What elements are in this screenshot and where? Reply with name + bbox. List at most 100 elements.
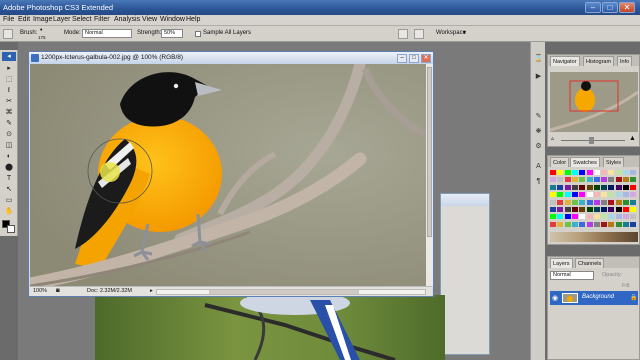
color-swatch[interactable] (579, 214, 586, 220)
status-menu-icon[interactable]: ◙ (56, 288, 60, 294)
tab-styles[interactable]: Styles (603, 157, 624, 167)
tool-preset-picker[interactable] (3, 29, 13, 39)
horizontal-scroll-thumb[interactable] (209, 290, 359, 294)
status-arrow-icon[interactable]: ▸ (150, 288, 153, 294)
color-swatch[interactable] (601, 184, 608, 190)
zoom-out-icon[interactable]: ▵ (551, 135, 554, 142)
toolbox-header[interactable]: ◂ (2, 52, 16, 61)
color-swatch[interactable] (608, 192, 615, 198)
color-swatch[interactable] (630, 177, 637, 183)
color-swatch[interactable] (550, 184, 556, 190)
maximize-button[interactable]: □ (602, 2, 618, 13)
color-swatch[interactable] (608, 221, 615, 227)
color-swatch[interactable] (608, 170, 615, 175)
layer-row-background[interactable]: ◉ Background 🔒 (550, 291, 638, 305)
color-swatch[interactable] (615, 214, 622, 220)
hand-tool-icon[interactable]: ✋ (4, 207, 14, 216)
menu-select[interactable]: Select (72, 16, 91, 23)
color-swatch[interactable] (630, 221, 637, 227)
color-swatch[interactable] (608, 207, 615, 212)
tab-layers[interactable]: Layers (550, 258, 573, 268)
color-swatch[interactable] (623, 221, 629, 227)
tab-channels[interactable]: Channels (575, 258, 605, 268)
color-swatch[interactable] (623, 170, 629, 175)
swatch-grid[interactable] (550, 170, 638, 230)
type-tool-icon[interactable]: T (4, 174, 14, 183)
color-swatch[interactable] (630, 192, 637, 198)
vertical-scrollbar[interactable] (426, 64, 433, 286)
blur-tool-icon[interactable]: ⬤ (4, 163, 14, 172)
chevron-down-icon[interactable]: ▾ (463, 29, 466, 36)
color-swatch[interactable] (564, 199, 571, 205)
tab-info[interactable]: Info (617, 56, 633, 66)
color-swatch[interactable] (557, 199, 564, 205)
background-color-swatch[interactable] (7, 225, 15, 233)
color-swatch[interactable] (557, 170, 564, 175)
tab-histogram[interactable]: Histogram (583, 56, 615, 66)
color-swatch[interactable] (623, 207, 629, 212)
color-swatch[interactable] (615, 177, 622, 183)
menu-image[interactable]: Image (33, 16, 52, 23)
paragraph-panel-icon[interactable]: ¶ (534, 177, 543, 186)
color-swatch[interactable] (630, 170, 637, 175)
color-swatch[interactable] (615, 221, 622, 227)
move-tool-icon[interactable]: ▸ (4, 64, 14, 73)
color-swatch[interactable] (571, 199, 578, 205)
color-swatch[interactable] (623, 177, 629, 183)
brush-panel-icon[interactable] (398, 29, 408, 39)
image-canvas[interactable] (30, 64, 426, 286)
color-swatch[interactable] (586, 207, 593, 212)
menu-help[interactable]: Help (186, 16, 200, 23)
color-swatch[interactable] (601, 170, 608, 175)
color-swatch[interactable] (550, 199, 556, 205)
color-swatch[interactable] (623, 199, 629, 205)
zoom-in-icon[interactable]: ▲ (629, 135, 636, 142)
tab-swatches[interactable]: Swatches (570, 157, 600, 167)
color-swatch[interactable] (564, 170, 571, 175)
color-swatch[interactable] (564, 184, 571, 190)
close-button[interactable]: ✕ (619, 2, 635, 13)
color-swatch[interactable] (557, 207, 564, 212)
menu-file[interactable]: File (3, 16, 14, 23)
color-swatch[interactable] (586, 221, 593, 227)
tab-navigator[interactable]: Navigator (550, 56, 580, 66)
color-swatch[interactable] (579, 177, 586, 183)
doc-minimize-button[interactable]: – (397, 54, 407, 63)
menu-filter[interactable]: Filter (94, 16, 110, 23)
color-swatch[interactable] (593, 207, 600, 212)
zoom-level[interactable]: 100% (33, 288, 47, 294)
color-swatch[interactable] (593, 199, 600, 205)
color-swatch[interactable] (593, 170, 600, 175)
color-swatch[interactable] (608, 214, 615, 220)
color-swatch[interactable] (586, 177, 593, 183)
color-swatch[interactable] (615, 199, 622, 205)
color-swatch[interactable] (623, 214, 629, 220)
color-swatch[interactable] (564, 177, 571, 183)
color-swatch[interactable] (586, 214, 593, 220)
actions-panel-icon[interactable]: ▶ (534, 72, 543, 81)
brush-tool-icon[interactable]: ✎ (4, 119, 14, 128)
eraser-tool-icon[interactable]: ◫ (4, 141, 14, 150)
color-swatch[interactable] (557, 192, 564, 198)
color-swatch[interactable] (571, 177, 578, 183)
color-swatch[interactable] (601, 214, 608, 220)
color-swatch[interactable] (630, 199, 637, 205)
lasso-tool-icon[interactable]: ℓ (4, 86, 14, 95)
horizontal-scrollbar[interactable] (156, 289, 426, 295)
color-swatch[interactable] (550, 192, 556, 198)
color-swatch[interactable] (601, 221, 608, 227)
mode-select[interactable]: Normal (82, 29, 132, 38)
color-swatch[interactable] (601, 192, 608, 198)
menu-analysis[interactable]: Analysis (114, 16, 140, 23)
color-swatch[interactable] (615, 184, 622, 190)
color-swatch[interactable] (608, 177, 615, 183)
color-swatch[interactable] (579, 170, 586, 175)
color-swatch[interactable] (550, 177, 556, 183)
color-swatch[interactable] (586, 192, 593, 198)
color-swatch[interactable] (593, 177, 600, 183)
healing-tool-icon[interactable]: ⌘ (4, 108, 14, 117)
color-swatch[interactable] (579, 199, 586, 205)
path-selection-tool-icon[interactable]: ↖ (4, 185, 14, 194)
color-swatch[interactable] (579, 221, 586, 227)
color-swatch[interactable] (601, 177, 608, 183)
